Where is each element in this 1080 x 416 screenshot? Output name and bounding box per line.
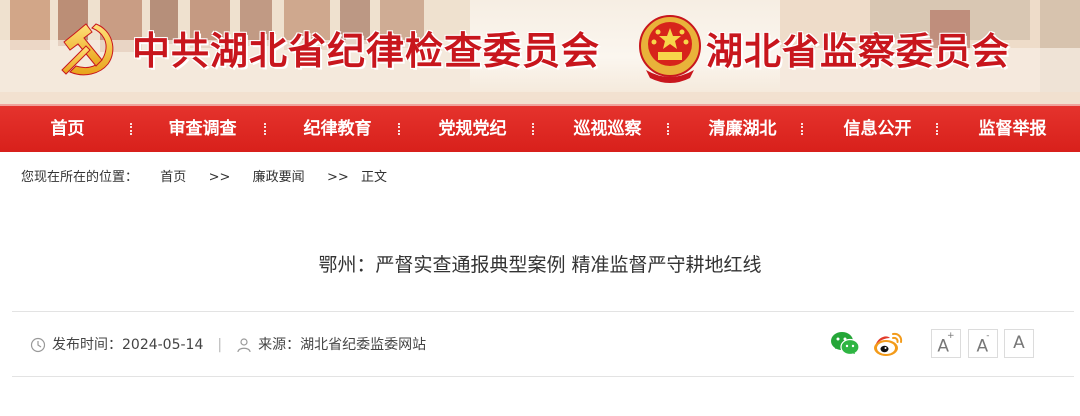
nav-item-inspection[interactable]: 巡视巡察 (540, 106, 675, 152)
nav-item-discipline-education[interactable]: 纪律教育 (270, 106, 405, 152)
nav-separator (801, 123, 803, 135)
wechat-share-icon[interactable] (829, 328, 861, 360)
nav-item-home[interactable]: 首页 (0, 106, 135, 152)
source-icon (237, 338, 251, 353)
meta-divider: | (217, 337, 223, 353)
font-smaller-button[interactable]: A- (968, 329, 998, 358)
publish-date: 发布时间：2024-05-14 (52, 337, 204, 353)
nav-separator (532, 123, 534, 135)
breadcrumb-current: 正文 (361, 170, 388, 185)
divider (12, 311, 1074, 312)
breadcrumb-prefix: 您现在所在的位置： (21, 170, 139, 185)
nav-item-info-disclosure[interactable]: 信息公开 (810, 106, 945, 152)
party-org-title: 中共湖北省纪律检查委员会 (132, 28, 601, 73)
clock-icon (30, 337, 46, 353)
nav-item-party-rules[interactable]: 党规党纪 (405, 106, 540, 152)
nav-item-clean-hubei[interactable]: 清廉湖北 (675, 106, 810, 152)
font-larger-button[interactable]: A+ (931, 329, 961, 358)
site-header-banner: 中共湖北省纪律检查委员会 湖北省监察委员会 (0, 0, 1080, 104)
nav-item-investigation[interactable]: 审查调查 (135, 106, 270, 152)
main-nav: 首页 审查调查 纪律教育 党规党纪 巡视巡察 清廉湖北 信息公开 监督举报 (0, 104, 1080, 152)
article-title: 鄂州：严督实查通报典型案例 精准监督严守耕地红线 (318, 254, 762, 276)
nav-separator (936, 123, 938, 135)
breadcrumb-separator: >> (326, 170, 349, 185)
font-reset-button[interactable]: A (1004, 329, 1034, 358)
breadcrumb-home-link[interactable]: 首页 (160, 168, 186, 188)
breadcrumb-section-link[interactable]: 廉政要闻 (253, 168, 305, 188)
nav-separator (130, 123, 132, 135)
party-emblem-icon (61, 23, 114, 76)
breadcrumb-separator: >> (208, 170, 231, 185)
nav-separator (398, 123, 400, 135)
national-emblem-icon (639, 15, 701, 83)
divider (12, 376, 1074, 377)
supervision-commission-title: 湖北省监察委员会 (706, 29, 1010, 73)
nav-separator (667, 123, 669, 135)
weibo-share-icon[interactable] (872, 328, 904, 360)
nav-item-report[interactable]: 监督举报 (945, 106, 1080, 152)
nav-separator (264, 123, 266, 135)
article-source: 来源：湖北省纪委监委网站 (258, 337, 427, 353)
breadcrumb: 您现在所在的位置： 首页 >> 廉政要闻 >> 正文 (21, 168, 387, 188)
article-meta: 发布时间：2024-05-14 | 来源：湖北省纪委监委网站 (30, 333, 426, 357)
